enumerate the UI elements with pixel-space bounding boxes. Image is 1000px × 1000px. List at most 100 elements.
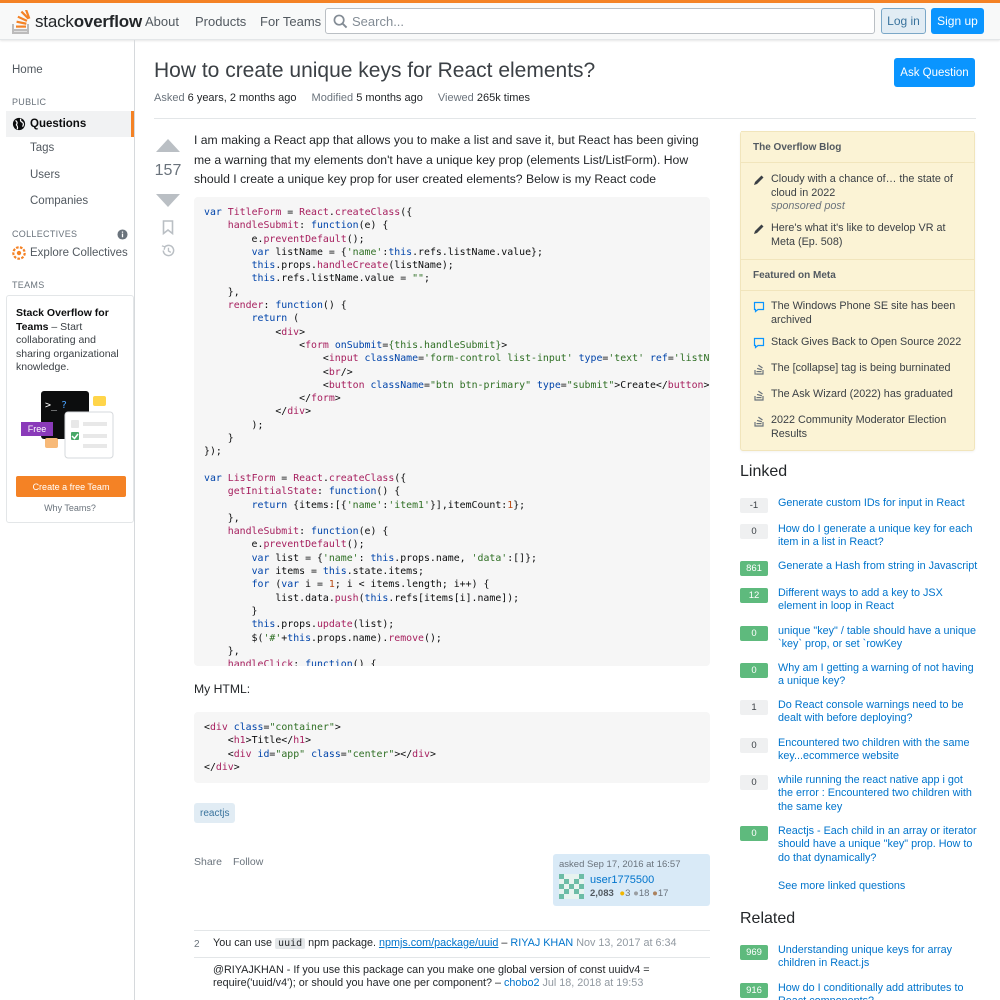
related-heading: Related [740, 910, 796, 927]
sidebar-section-teams: TEAMS [12, 280, 45, 290]
nav-products[interactable]: Products [189, 11, 252, 32]
meta-item[interactable]: The Ask Wizard (2022) has graduated [753, 388, 968, 402]
blog-item[interactable]: Here's what it's like to develop VR at M… [753, 222, 968, 249]
meta-item[interactable]: Stack Gives Back to Open Source 2022 [753, 336, 968, 350]
linked-question-link[interactable]: while running the react native app i got… [778, 774, 978, 814]
sidebar-item-questions[interactable]: Questions [6, 111, 134, 137]
silver-badge-count: 18 [638, 888, 650, 899]
info-icon[interactable] [117, 229, 128, 240]
linked-heading: Linked [740, 463, 788, 480]
linked-question-link[interactable]: Reactjs - Each child in an array or iter… [778, 825, 978, 865]
nav-for-teams[interactable]: For Teams [254, 11, 327, 32]
linked-question-link[interactable]: Generate a Hash from string in Javascrip… [778, 560, 978, 573]
question-body: I am making a React app that allows you … [194, 133, 699, 186]
asked-time[interactable]: asked Sep 17, 2016 at 16:57 [559, 859, 681, 870]
comment-user[interactable]: RIYAJ KHAN [510, 937, 573, 949]
avatar[interactable] [559, 874, 584, 899]
sidebar-section-collectives: COLLECTIVES [12, 229, 78, 239]
question-meta: Asked 6 years, 2 months ago Modified 5 m… [154, 92, 542, 104]
related-score: 969 [740, 945, 768, 960]
linked-score: 12 [740, 588, 768, 603]
comment-code: uuid [275, 938, 306, 949]
user-name[interactable]: user1775500 [590, 874, 654, 886]
tag-reactjs[interactable]: reactjs [194, 803, 236, 823]
stack-small-icon [754, 390, 764, 401]
downvote-arrow-icon[interactable] [155, 193, 181, 209]
question-title[interactable]: How to create unique keys for React elem… [154, 59, 595, 83]
comment-score: 2 [194, 939, 200, 950]
react-code: var TitleForm = React.createClass({ hand… [204, 207, 710, 666]
signup-button[interactable]: Sign up [931, 8, 984, 34]
meta-item[interactable]: 2022 Community Moderator Election Result… [753, 414, 968, 441]
linked-score: 0 [740, 775, 768, 790]
related-question-link[interactable]: How do I conditionally add attributes to… [778, 982, 978, 1000]
comment-date[interactable]: Jul 18, 2018 at 19:53 [539, 977, 643, 989]
chat-bubble-icon [753, 301, 765, 313]
meta-item-text: 2022 Community Moderator Election Result… [771, 414, 947, 440]
comment: 2 You can use uuid npm package. npmjs.co… [194, 930, 710, 957]
comment: @RIYAJKHAN - If you use this package can… [194, 956, 710, 997]
see-more-linked-link[interactable]: See more linked questions [778, 880, 905, 892]
related-question-link[interactable]: Understanding unique keys for array chil… [778, 944, 978, 971]
comment-user[interactable]: chobo2 [504, 977, 539, 989]
teams-promo-text: Stack Overflow for Teams – Start collabo… [16, 307, 119, 373]
linked-question-link[interactable]: How do I generate a unique key for each … [778, 523, 978, 550]
follow-link[interactable]: Follow [233, 856, 263, 868]
comment-link[interactable]: npmjs.com/package/uuid [379, 937, 498, 949]
html-code: <div class="container"> <h1>Title</h1> <… [204, 722, 436, 773]
meta-item-text: Stack Gives Back to Open Source 2022 [771, 336, 962, 348]
linked-question-link[interactable]: Why am I getting a warning of not having… [778, 662, 978, 689]
meta-item-text: The Windows Phone SE site has been archi… [771, 300, 956, 326]
comment-body: @RIYAJKHAN - If you use this package can… [213, 963, 650, 990]
code-block-html: <div class="container"> <h1>Title</h1> <… [194, 712, 710, 783]
free-badge: Free [21, 422, 53, 436]
stackoverflow-logo[interactable]: stackoverflow [12, 9, 142, 35]
asked-value: 6 years, 2 months ago [187, 92, 297, 104]
pencil-icon [754, 175, 764, 185]
sidebar-item-companies[interactable]: Companies [30, 195, 88, 207]
vote-count: 157 [154, 162, 182, 179]
blog-item[interactable]: Cloudy with a chance of… the state of cl… [753, 173, 968, 214]
collectives-icon [12, 246, 26, 260]
pencil-icon [754, 224, 764, 234]
meta-item[interactable]: The [collapse] tag is being burninated [753, 362, 968, 376]
search-box [325, 8, 875, 34]
sidebar-item-home[interactable]: Home [12, 64, 43, 76]
history-icon[interactable] [160, 243, 176, 258]
linked-score: 0 [740, 826, 768, 841]
meta-item[interactable]: The Windows Phone SE site has been archi… [753, 300, 968, 327]
linked-question-link[interactable]: Generate custom IDs for input in React [778, 497, 978, 510]
share-link[interactable]: Share [194, 856, 222, 868]
explore-collectives-label: Explore Collectives [30, 247, 128, 259]
bookmark-icon[interactable] [162, 220, 174, 235]
login-button[interactable]: Log in [881, 8, 926, 34]
stack-logo-icon [12, 10, 31, 34]
upvote-arrow-icon[interactable] [155, 137, 181, 153]
linked-question-link[interactable]: Do React console warnings need to be dea… [778, 699, 978, 726]
sidebar-item-questions-label: Questions [30, 118, 87, 130]
comment-date[interactable]: Nov 13, 2017 at 6:34 [573, 937, 676, 949]
stack-small-icon [754, 416, 764, 427]
meta-item-text: The [collapse] tag is being burninated [771, 362, 951, 374]
featured-meta-header: Featured on Meta [741, 259, 974, 291]
create-free-team-button[interactable]: Create a free Team [16, 476, 126, 497]
modified-value[interactable]: 5 months ago [356, 92, 423, 104]
top-bar: stackoverflow About Products For Teams L… [0, 0, 1000, 40]
linked-question-link[interactable]: unique "key" / table should have a uniqu… [778, 625, 978, 652]
comment-body: You can use uuid npm package. npmjs.com/… [213, 937, 677, 949]
search-icon [333, 14, 348, 28]
linked-question-link[interactable]: Different ways to add a key to JSX eleme… [778, 587, 978, 614]
post-actions: Share Follow [194, 856, 271, 868]
ask-question-button[interactable]: Ask Question [894, 58, 975, 87]
my-html-label: My HTML: [194, 682, 251, 696]
sidebar-item-users[interactable]: Users [30, 169, 60, 181]
sidebar-item-tags[interactable]: Tags [30, 142, 54, 154]
sidebar-item-explore-collectives[interactable]: Explore Collectives [12, 246, 128, 260]
teams-promo-box: Stack Overflow for Teams – Start collabo… [6, 295, 134, 523]
bronze-badge-count: 17 [657, 888, 669, 899]
nav-about[interactable]: About [139, 11, 185, 32]
code-block-react: var TitleForm = React.createClass({ hand… [194, 197, 710, 666]
linked-question-link[interactable]: Encountered two children with the same k… [778, 737, 978, 764]
search-input[interactable] [352, 10, 852, 32]
why-teams-link[interactable]: Why Teams? [7, 503, 133, 513]
